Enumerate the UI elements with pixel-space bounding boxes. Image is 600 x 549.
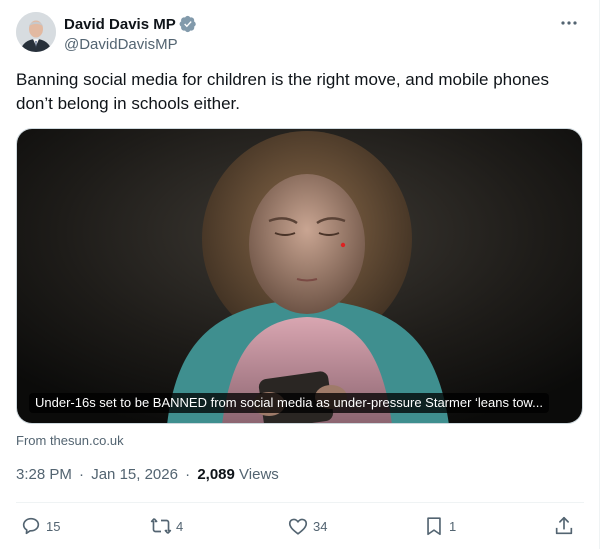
share-icon [555,516,573,535]
display-name[interactable]: David Davis MP [64,16,176,33]
tweet: David Davis MP @DavidDavisMP Banning soc… [0,0,600,549]
link-card[interactable]: Under-16s set to be BANNED from social m… [16,128,583,424]
bookmark-count: 1 [449,518,457,534]
like-icon [288,518,308,535]
handle[interactable]: @DavidDavisMP [64,36,197,53]
like-count: 34 [313,518,328,534]
tweet-header: David Davis MP @DavidDavisMP [16,12,584,56]
reply-count: 15 [46,518,61,534]
bookmark-icon [427,517,441,536]
meta-separator: · [185,466,191,483]
verified-badge-icon [179,15,197,33]
repost-button[interactable]: 4 [150,510,183,542]
tweet-time[interactable]: 3:28 PM [16,466,72,483]
like-button[interactable]: 34 [287,510,327,542]
reply-icon [22,517,40,535]
divider [16,502,584,503]
tweet-date[interactable]: Jan 15, 2026 [91,466,178,483]
action-bar: 15 4 34 1 [16,510,584,542]
tweet-text: Banning social media for children is the… [16,70,549,113]
more-icon[interactable] [554,12,584,34]
card-image [17,129,582,423]
views-count: 2,089 [197,466,235,483]
card-headline: Under-16s set to be BANNED from social m… [29,393,549,413]
reply-button[interactable]: 15 [20,510,60,542]
share-button[interactable] [553,510,575,542]
card-source[interactable]: From thesun.co.uk [16,433,124,448]
bookmark-button[interactable]: 1 [423,510,456,542]
meta-separator: · [79,466,85,483]
tweet-meta: 3:28 PM · Jan 15, 2026 · 2,089 Views [16,466,279,483]
avatar[interactable] [16,12,56,52]
views-label: Views [239,466,279,483]
repost-icon [150,518,172,534]
repost-count: 4 [176,518,184,534]
